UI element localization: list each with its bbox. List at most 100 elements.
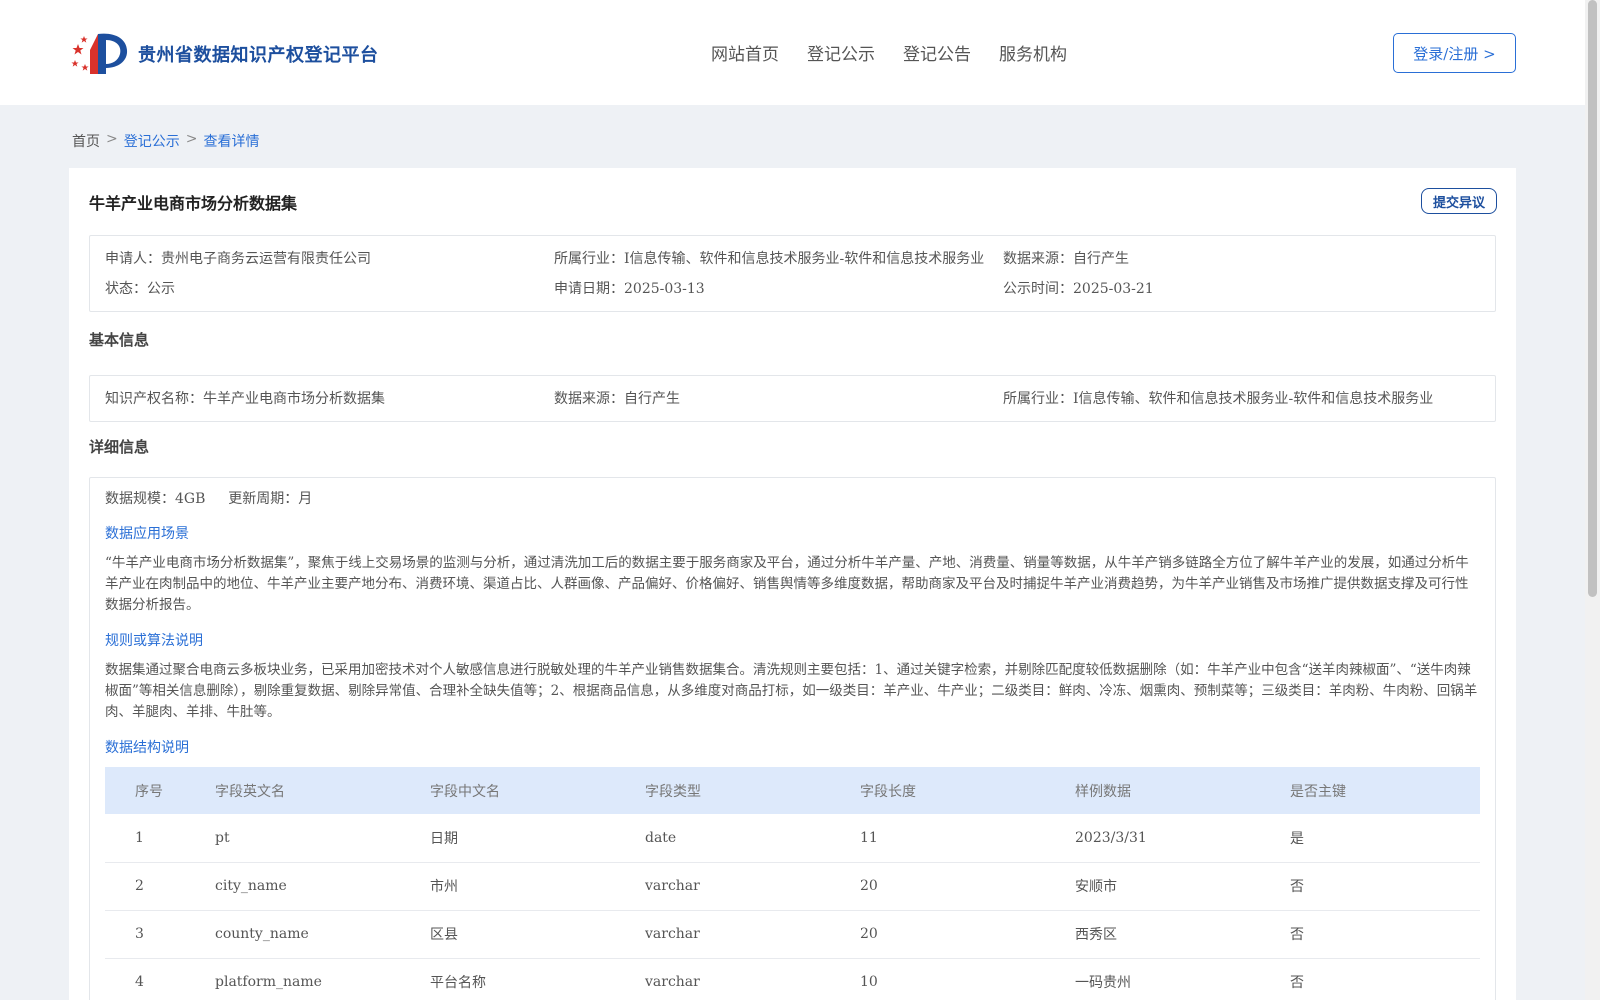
site-logo[interactable]: 贵州省数据知识产权登记平台 (70, 28, 379, 80)
cell-length: 20 (860, 878, 878, 894)
basic-industry-label: 所属行业： (1003, 391, 1073, 407)
cycle-value: 月 (298, 491, 313, 507)
cell-type: varchar (645, 878, 700, 894)
cell-chinese-name: 区县 (430, 927, 458, 943)
col-type: 字段类型 (645, 783, 701, 800)
ip-name-field: 知识产权名称：牛羊产业电商市场分析数据集 (105, 388, 385, 408)
cell-index: 1 (135, 829, 144, 846)
cell-length: 20 (860, 926, 878, 942)
cell-chinese-name: 市州 (430, 879, 458, 895)
col-sample: 样例数据 (1075, 783, 1131, 800)
application-scene-heading: 数据应用场景 (105, 526, 189, 542)
col-chinese-name: 字段中文名 (430, 783, 500, 800)
cell-sample: 安顺市 (1075, 879, 1117, 895)
breadcrumb-home[interactable]: 首页 (72, 131, 100, 151)
cell-primary-key: 否 (1290, 879, 1304, 895)
nav-service-agencies[interactable]: 服务机构 (999, 40, 1067, 65)
cell-primary-key: 是 (1290, 830, 1304, 847)
status-label: 状态： (105, 281, 147, 297)
industry-field: 所属行业：I信息传输、软件和信息技术服务业-软件和信息技术服务业 (554, 248, 984, 268)
breadcrumb-current: 查看详情 (203, 134, 260, 150)
nav-home[interactable]: 网站首页 (711, 40, 779, 65)
basic-info-heading: 基本信息 (89, 331, 150, 349)
industry-label: 所属行业： (554, 251, 624, 267)
main-nav: 网站首页 登记公示 登记公告 服务机构 (711, 40, 1067, 65)
cell-length: 10 (860, 974, 878, 990)
logo-emblem-icon (70, 28, 130, 80)
data-structure-table: 序号 字段英文名 字段中文名 字段类型 字段长度 样例数据 是否主键 1 pt … (105, 767, 1480, 1000)
col-index: 序号 (135, 783, 163, 800)
submit-objection-button[interactable]: 提交异议 (1421, 188, 1497, 214)
table-row: 2 city_name 市州 varchar 20 安顺市 否 (105, 862, 1480, 910)
source-value: 自行产生 (1073, 251, 1129, 267)
rule-heading: 规则或算法说明 (105, 633, 203, 649)
industry-value: I信息传输、软件和信息技术服务业-软件和信息技术服务业 (624, 251, 985, 267)
apply-date-field: 申请日期：2025-03-13 (554, 278, 705, 298)
apply-date-label: 申请日期： (554, 281, 624, 297)
detail-info-box: 数据规模：4GB 更新周期：月 数据应用场景 “牛羊产业电商市场分析数据集”，聚… (89, 477, 1496, 1000)
cell-english-name: county_name (215, 926, 309, 942)
nav-registration-announcement[interactable]: 登记公告 (903, 40, 971, 65)
page-scrollbar[interactable] (1585, 0, 1600, 1000)
col-length: 字段长度 (860, 783, 916, 800)
nav-registration-publicity[interactable]: 登记公示 (807, 40, 875, 65)
col-english-name: 字段英文名 (215, 783, 285, 800)
cell-type: varchar (645, 926, 700, 942)
cell-type: varchar (645, 974, 700, 990)
source-label: 数据来源： (1003, 251, 1073, 267)
cell-index: 2 (135, 878, 144, 894)
ip-name-value: 牛羊产业电商市场分析数据集 (203, 391, 385, 407)
cell-sample: 西秀区 (1075, 927, 1117, 943)
cell-english-name: pt (215, 829, 230, 846)
cell-primary-key: 否 (1290, 975, 1304, 991)
applicant-field: 申请人：贵州电子商务云运营有限责任公司 (105, 248, 371, 268)
cell-english-name: city_name (215, 878, 287, 894)
applicant-label: 申请人： (105, 251, 161, 267)
breadcrumb-separator: > (185, 131, 198, 147)
detail-card: 牛羊产业电商市场分析数据集 提交异议 申请人：贵州电子商务云运营有限责任公司 所… (69, 168, 1516, 1000)
breadcrumb-registration-publicity[interactable]: 登记公示 (124, 131, 180, 151)
cell-index: 3 (135, 926, 144, 942)
cell-length: 11 (860, 829, 878, 846)
table-row: 1 pt 日期 date 11 2023/3/31 是 (105, 814, 1480, 862)
application-scene-text: “牛羊产业电商市场分析数据集”，聚焦于线上交易场景的监测与分析，通过清洗加工后的… (105, 555, 1469, 613)
publish-time-field: 公示时间：2025-03-21 (1003, 278, 1154, 298)
table-header-row: 序号 字段英文名 字段中文名 字段类型 字段长度 样例数据 是否主键 (105, 767, 1480, 814)
login-register-button[interactable]: 登录/注册 > (1393, 33, 1516, 73)
summary-info-box: 申请人：贵州电子商务云运营有限责任公司 所属行业：I信息传输、软件和信息技术服务… (89, 235, 1496, 312)
cell-index: 4 (135, 974, 144, 990)
status-value: 公示 (147, 281, 175, 297)
breadcrumb: 首页 > 登记公示 > 查看详情 (72, 131, 259, 151)
basic-source-value: 自行产生 (624, 391, 680, 407)
publish-time-label: 公示时间： (1003, 281, 1073, 297)
basic-info-box: 知识产权名称：牛羊产业电商市场分析数据集 数据来源：自行产生 所属行业：I信息传… (89, 375, 1496, 422)
table-row: 4 platform_name 平台名称 varchar 10 一码贵州 否 (105, 958, 1480, 1000)
col-primary-key: 是否主键 (1290, 783, 1346, 800)
cell-sample: 2023/3/31 (1075, 829, 1147, 846)
applicant-value: 贵州电子商务云运营有限责任公司 (161, 251, 371, 267)
structure-heading: 数据结构说明 (105, 740, 189, 756)
cell-primary-key: 否 (1290, 927, 1304, 943)
site-name: 贵州省数据知识产权登记平台 (138, 45, 379, 66)
basic-source-field: 数据来源：自行产生 (554, 388, 680, 408)
scale-value: 4GB (175, 491, 206, 507)
cell-chinese-name: 平台名称 (430, 975, 486, 991)
cell-chinese-name: 日期 (430, 830, 458, 847)
rule-text: 数据集通过聚合电商云多板块业务，已采用加密技术对个人敏感信息进行脱敏处理的牛羊产… (105, 662, 1478, 720)
scale-cycle-field: 数据规模：4GB 更新周期：月 (105, 488, 312, 508)
top-header: 贵州省数据知识产权登记平台 网站首页 登记公示 登记公告 服务机构 登录/注册 … (0, 0, 1585, 105)
publish-time-value: 2025-03-21 (1073, 281, 1154, 297)
basic-source-label: 数据来源： (554, 391, 624, 407)
page-title: 牛羊产业电商市场分析数据集 (89, 194, 298, 213)
apply-date-value: 2025-03-13 (624, 281, 705, 297)
basic-industry-value: I信息传输、软件和信息技术服务业-软件和信息技术服务业 (1073, 391, 1434, 407)
cell-type: date (645, 829, 677, 846)
breadcrumb-separator: > (106, 131, 118, 147)
cell-sample: 一码贵州 (1075, 975, 1131, 991)
status-field: 状态：公示 (105, 278, 175, 298)
table-row: 3 county_name 区县 varchar 20 西秀区 否 (105, 910, 1480, 958)
basic-industry-field: 所属行业：I信息传输、软件和信息技术服务业-软件和信息技术服务业 (1003, 388, 1433, 408)
scrollbar-thumb[interactable] (1588, 0, 1597, 597)
source-field: 数据来源：自行产生 (1003, 248, 1129, 268)
detail-info-heading: 详细信息 (89, 438, 150, 456)
